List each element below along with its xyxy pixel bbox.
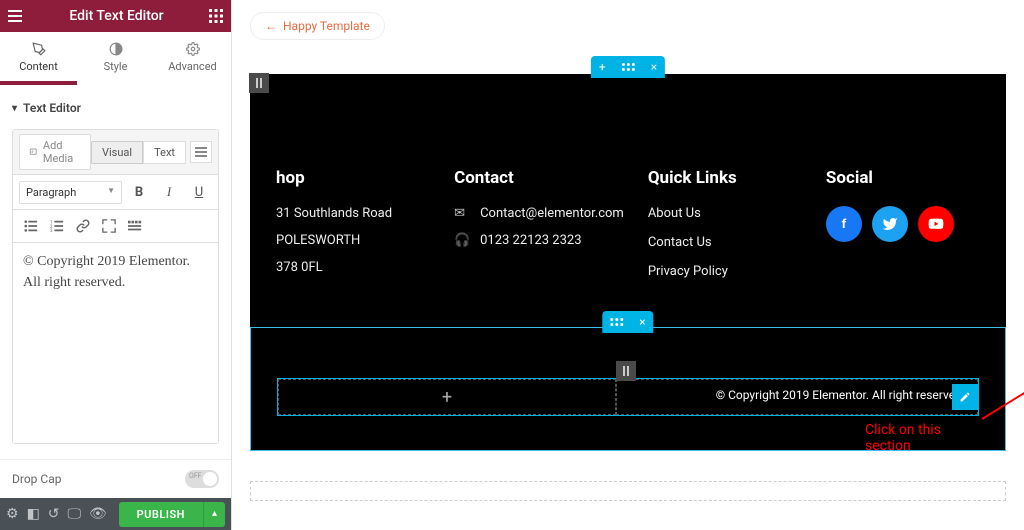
wysiwyg-editor: Add Media Visual Text Paragraph B I U (12, 129, 219, 444)
sidebar: Edit Text Editor Content Style Advanced … (0, 0, 232, 530)
about-link[interactable]: About Us (648, 206, 802, 221)
social-heading: Social (826, 168, 980, 188)
add-section-area[interactable] (250, 481, 1006, 501)
contact-column: Contact ✉Contact@elementor.com 🎧0123 221… (454, 168, 624, 293)
add-section-icon[interactable]: + (591, 56, 614, 78)
email-icon: ✉ (454, 206, 470, 221)
edit-subsection-icon[interactable] (602, 311, 631, 333)
dropcap-toggle[interactable] (185, 470, 219, 488)
publish-button[interactable]: PUBLISH (119, 502, 203, 527)
toolbar-more-icon[interactable] (123, 214, 147, 238)
tab-style[interactable]: Style (77, 32, 154, 85)
contact-link[interactable]: Contact Us (648, 235, 802, 250)
publish-dropdown[interactable]: ▴ (203, 502, 225, 527)
copyright-text-widget[interactable]: © Copyright 2019 Elementor. All right re… (616, 379, 978, 415)
edit-widget-icon[interactable] (952, 384, 978, 410)
arrow-left-icon: ← (265, 19, 277, 33)
text-tab[interactable]: Text (143, 141, 186, 164)
copyright-section[interactable]: × + © Copyright 2019 Elementor. All righ… (250, 327, 1006, 451)
svg-text:3: 3 (50, 229, 53, 233)
underline-button[interactable]: U (186, 179, 212, 205)
twitter-icon[interactable] (872, 206, 908, 242)
youtube-icon[interactable] (918, 206, 954, 242)
section-handle: + × (591, 56, 665, 78)
number-list-icon[interactable]: 123 (45, 214, 69, 238)
shop-column: hop 31 Southlands Road POLESWORTH 378 0F… (276, 168, 430, 293)
sidebar-title: Edit Text Editor (69, 8, 163, 24)
happy-template-button[interactable]: ← Happy Template (250, 12, 385, 40)
tab-content[interactable]: Content (0, 32, 77, 85)
social-column: Social f (826, 168, 980, 293)
subsection-handle: × (602, 311, 653, 333)
responsive-icon[interactable]: 🖵 (68, 506, 82, 522)
column-handle-icon[interactable] (249, 73, 269, 93)
footer-section[interactable]: + × hop 31 Southlands Road POLESWORTH 37… (250, 74, 1006, 451)
delete-section-icon[interactable]: × (643, 56, 665, 78)
text-editor-section[interactable]: ▾ Text Editor (12, 95, 219, 121)
dropcap-control: Drop Cap (0, 459, 231, 498)
shop-heading: hop (276, 168, 430, 188)
empty-column[interactable]: + (278, 379, 616, 415)
bottom-bar: ⚙ ◧ ↺ 🖵 👁 PUBLISH ▴ (0, 498, 231, 530)
add-widget-icon[interactable]: + (442, 387, 452, 408)
links-heading: Quick Links (648, 168, 802, 188)
facebook-icon[interactable]: f (826, 206, 862, 242)
settings-icon[interactable]: ⚙ (6, 506, 19, 522)
visual-tab[interactable]: Visual (91, 141, 143, 164)
history-icon[interactable]: ↺ (48, 506, 60, 522)
sidebar-header: Edit Text Editor (0, 0, 231, 32)
toolbar-toggle-icon[interactable] (190, 141, 212, 163)
edit-section-icon[interactable] (614, 56, 643, 78)
bold-button[interactable]: B (126, 179, 152, 205)
link-icon[interactable] (71, 214, 95, 238)
delete-subsection-icon[interactable]: × (631, 311, 653, 333)
bullet-list-icon[interactable] (19, 214, 43, 238)
annotation-text: Click on this section (865, 422, 979, 454)
content-panel: ▾ Text Editor Add Media Visual Text (0, 85, 231, 459)
editor-textarea[interactable]: © Copyright 2019 Elementor. All right re… (13, 243, 218, 443)
fullscreen-icon[interactable] (97, 214, 121, 238)
contact-heading: Contact (454, 168, 624, 188)
column-handle-icon[interactable] (616, 361, 636, 381)
links-column: Quick Links About Us Contact Us Privacy … (648, 168, 802, 293)
add-media-button[interactable]: Add Media (19, 134, 91, 170)
menu-icon[interactable] (8, 10, 24, 22)
preview-icon[interactable]: 👁 (89, 506, 107, 522)
canvas: ← Happy Template + × hop 31 Southlands R… (232, 0, 1024, 530)
paragraph-select[interactable]: Paragraph (19, 181, 122, 204)
navigator-icon[interactable]: ◧ (27, 506, 40, 522)
caret-down-icon: ▾ (12, 103, 17, 114)
apps-icon[interactable] (209, 9, 223, 23)
panel-tabs: Content Style Advanced (0, 32, 231, 85)
headset-icon: 🎧 (454, 233, 470, 248)
privacy-link[interactable]: Privacy Policy (648, 264, 802, 279)
annotation-arrow-icon (977, 374, 1024, 424)
italic-button[interactable]: I (156, 179, 182, 205)
tab-advanced[interactable]: Advanced (154, 32, 231, 85)
